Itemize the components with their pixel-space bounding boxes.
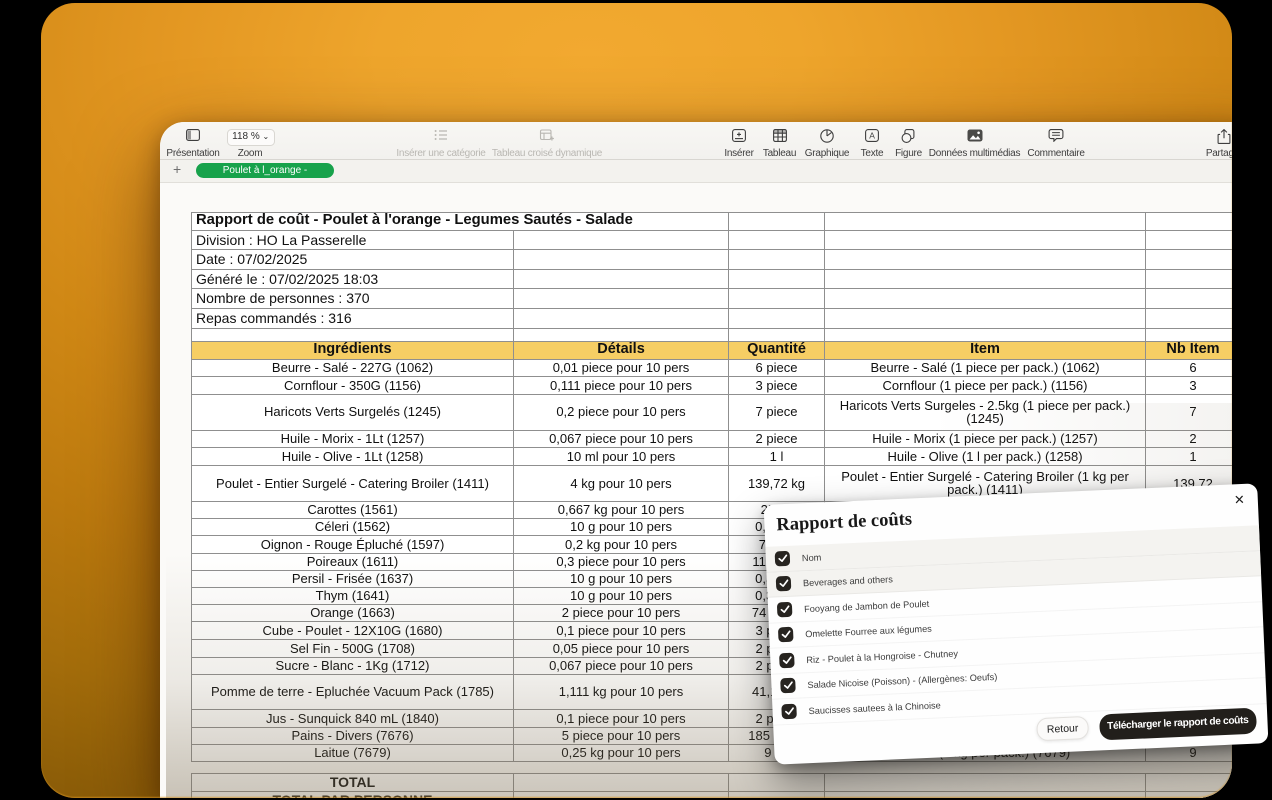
svg-text:A: A	[869, 131, 875, 141]
